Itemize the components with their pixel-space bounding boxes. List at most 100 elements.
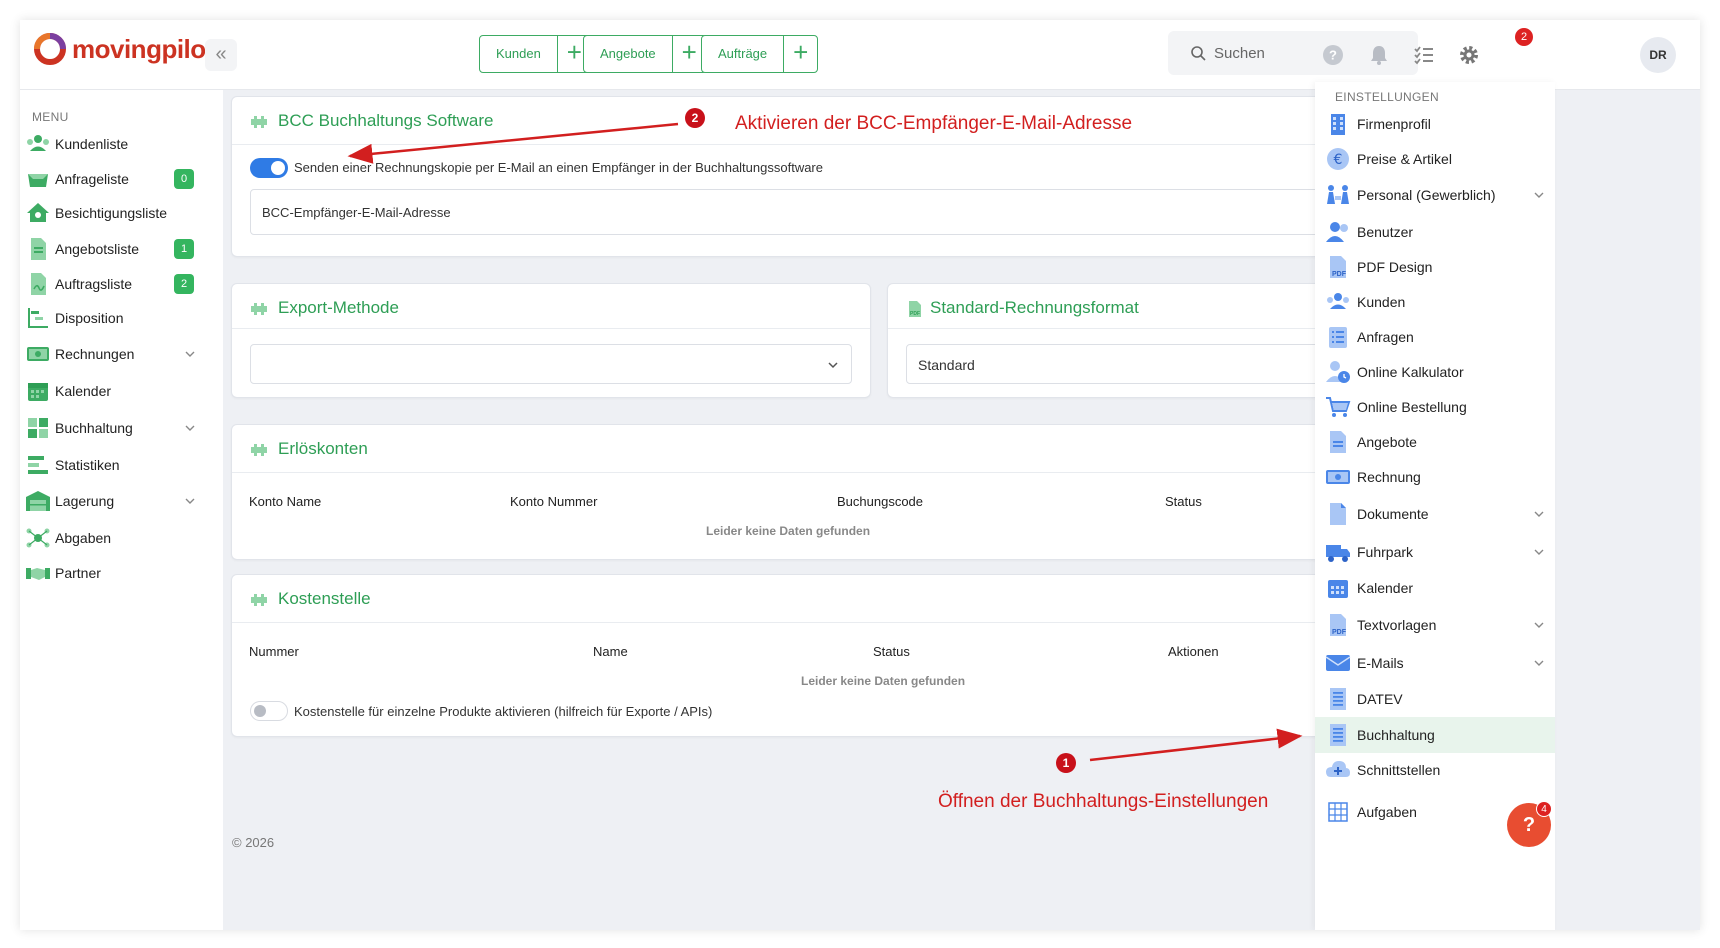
sidebar-item-abgaben[interactable]: Abgaben (20, 520, 223, 556)
settings-item-schnittstellen[interactable]: Schnittstellen (1315, 752, 1555, 788)
sidebar-item-statistiken[interactable]: Statistiken (20, 447, 223, 483)
revenue-accounts-card: Erlöskonten Konto Name Konto Nummer Buch… (231, 424, 1331, 560)
user-avatar[interactable]: DR (1640, 37, 1676, 73)
column-header[interactable]: Buchungscode (837, 494, 923, 509)
cost-center-toggle[interactable] (250, 701, 288, 721)
settings-item-textvorlagen[interactable]: PDF Textvorlagen (1315, 607, 1555, 643)
settings-item-emails[interactable]: E-Mails (1315, 645, 1555, 681)
quick-auftraege-button[interactable]: Aufträge (702, 36, 783, 72)
settings-item-datev[interactable]: DATEV (1315, 681, 1555, 717)
quick-kunden-button[interactable]: Kunden (480, 36, 557, 72)
settings-item-benutzer[interactable]: Benutzer (1315, 214, 1555, 250)
puzzle-icon (251, 594, 267, 606)
signed-document-icon (31, 273, 46, 295)
settings-item-firmenprofil[interactable]: Firmenprofil (1315, 106, 1555, 142)
column-header[interactable]: Konto Nummer (510, 494, 597, 509)
settings-item-rechnung[interactable]: Rechnung (1315, 459, 1555, 495)
chevron-down-icon[interactable] (184, 348, 196, 360)
settings-item-anfragen[interactable]: Anfragen (1315, 319, 1555, 355)
column-header[interactable]: Aktionen (1168, 644, 1219, 659)
chevron-down-icon[interactable] (1533, 189, 1545, 201)
help-icon[interactable]: ? (1321, 43, 1345, 67)
settings-item-label: Rechnung (1357, 469, 1421, 485)
export-card: Export-Methode (231, 283, 871, 398)
chevron-down-icon[interactable] (1533, 619, 1545, 631)
calculator-icon (28, 418, 48, 438)
column-header[interactable]: Nummer (249, 644, 299, 659)
cart-icon (1326, 397, 1351, 417)
settings-panel: EINSTELLUNGEN Firmenprofil € Preise & Ar… (1315, 82, 1555, 930)
sidebar-item-label: Statistiken (55, 457, 120, 473)
task-list-icon[interactable] (1412, 43, 1436, 67)
gear-icon[interactable] (1457, 43, 1481, 67)
workers-icon (1327, 185, 1349, 204)
add-auftrag-icon[interactable]: + (783, 36, 817, 72)
settings-item-dokumente[interactable]: Dokumente (1315, 496, 1555, 532)
column-header[interactable]: Name (593, 644, 628, 659)
chevron-down-icon[interactable] (1533, 546, 1545, 558)
logo[interactable]: movingpilot (34, 33, 214, 65)
receipt-icon (1330, 688, 1346, 710)
grid-calendar-icon (1328, 802, 1348, 822)
settings-item-label: Anfragen (1357, 329, 1414, 345)
settings-item-preise[interactable]: € Preise & Artikel (1315, 141, 1555, 177)
settings-item-buchhaltung[interactable]: Buchhaltung (1315, 717, 1555, 753)
chevron-down-icon (828, 362, 838, 369)
divider (232, 622, 1330, 623)
sidebar-item-lagerung[interactable]: Lagerung (20, 483, 223, 519)
bell-icon[interactable] (1367, 43, 1391, 67)
column-header[interactable]: Status (1165, 494, 1202, 509)
format-select[interactable]: Standard (906, 344, 1332, 384)
settings-item-angebote[interactable]: Angebote (1315, 424, 1555, 460)
cost-center-card: Kostenstelle Nummer Name Status Aktionen… (231, 574, 1331, 737)
sidebar-item-auftragsliste[interactable]: Auftragsliste 2 (20, 266, 223, 302)
settings-item-kunden[interactable]: Kunden (1315, 284, 1555, 320)
settings-item-label: Aufgaben (1357, 804, 1417, 820)
settings-item-label: Dokumente (1357, 506, 1429, 522)
bcc-email-field[interactable]: BCC-Empfänger-E-Mail-Adresse (250, 189, 1332, 235)
export-method-select[interactable] (250, 344, 852, 384)
settings-item-online-kalkulator[interactable]: Online Kalkulator (1315, 354, 1555, 390)
customers-icon (1327, 293, 1349, 309)
sidebar-item-partner[interactable]: Partner (20, 555, 223, 591)
help-badge: 4 (1536, 801, 1552, 817)
sidebar-item-besichtigungsliste[interactable]: Besichtigungsliste (20, 195, 223, 231)
bcc-toggle[interactable] (250, 158, 288, 178)
sidebar-item-buchhaltung[interactable]: Buchhaltung (20, 410, 223, 446)
sidebar-item-anfrageliste[interactable]: Anfrageliste 0 (20, 161, 223, 197)
sidebar-item-kundenliste[interactable]: Kundenliste (20, 126, 223, 162)
settings-item-kalender[interactable]: Kalender (1315, 570, 1555, 606)
chevron-down-icon[interactable] (184, 422, 196, 434)
chevron-down-icon[interactable] (1533, 508, 1545, 520)
divider (232, 472, 1330, 473)
column-header[interactable]: Status (873, 644, 910, 659)
sidebar-item-rechnungen[interactable]: Rechnungen (20, 336, 223, 372)
sidebar-item-label: Rechnungen (55, 346, 135, 362)
sidebar-item-disposition[interactable]: Disposition (20, 300, 223, 336)
quick-angebote-button[interactable]: Angebote (584, 36, 672, 72)
column-header[interactable]: Konto Name (249, 494, 321, 509)
settings-item-label: Preise & Artikel (1357, 151, 1452, 167)
search-icon (1191, 46, 1206, 61)
sidebar-item-kalender[interactable]: Kalender (20, 373, 223, 409)
export-card-title: Export-Methode (278, 298, 399, 317)
settings-item-personal[interactable]: Personal (Gewerblich) (1315, 177, 1555, 213)
chevron-down-icon[interactable] (1533, 657, 1545, 669)
settings-item-fuhrpark[interactable]: Fuhrpark (1315, 534, 1555, 570)
truck-icon (1326, 545, 1350, 562)
network-icon (26, 528, 50, 548)
sidebar-item-angebotsliste[interactable]: Angebotsliste 1 (20, 231, 223, 267)
empty-state: Leider keine Daten gefunden (706, 524, 871, 538)
receipt-icon (1330, 724, 1346, 746)
settings-item-pdf-design[interactable]: PDF PDF Design (1315, 249, 1555, 285)
notification-badge: 2 (1515, 28, 1533, 46)
settings-item-label: Fuhrpark (1357, 544, 1414, 560)
settings-item-online-bestellung[interactable]: Online Bestellung (1315, 389, 1555, 425)
sidebar-item-label: Angebotsliste (55, 241, 140, 257)
quick-action-angebote: Angebote + (583, 35, 707, 73)
chevron-down-icon[interactable] (184, 495, 196, 507)
banknote-icon (1326, 470, 1350, 484)
collapse-sidebar-button[interactable]: « (205, 39, 237, 71)
document-icon (31, 238, 46, 260)
annotation-step-1-text: Öffnen der Buchhaltungs-Einstellungen (938, 791, 1269, 812)
